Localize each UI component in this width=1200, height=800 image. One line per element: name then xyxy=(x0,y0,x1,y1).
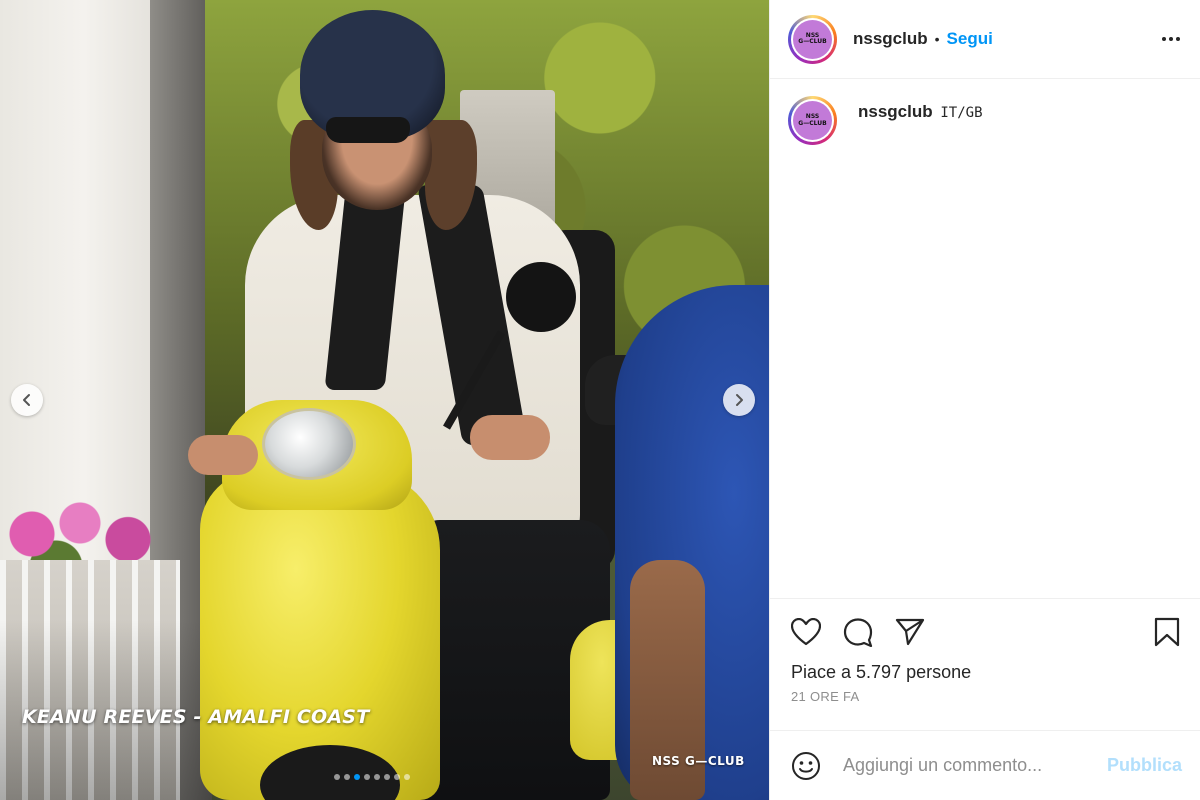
carousel-indicator xyxy=(334,774,410,780)
smiley-icon xyxy=(792,751,820,780)
comments-list: NSS G—CLUB nssgclub IT/GB xyxy=(770,79,1200,598)
comment-input[interactable] xyxy=(843,755,1107,776)
emoji-button[interactable] xyxy=(791,751,821,781)
likes-count[interactable]: Piace a 5.797 persone xyxy=(791,662,1182,683)
chevron-right-icon xyxy=(736,394,743,406)
bookmark-icon xyxy=(1154,617,1180,647)
dot-icon xyxy=(1176,37,1180,41)
media-caption: KEANU REEVES - AMALFI COAST xyxy=(22,706,370,728)
photo-headlight xyxy=(262,408,356,480)
carousel-dot xyxy=(384,774,390,780)
paper-plane-icon xyxy=(895,618,925,646)
comment-item: NSS G—CLUB nssgclub IT/GB xyxy=(788,96,1182,145)
publish-button[interactable]: Pubblica xyxy=(1107,755,1182,776)
username-link[interactable]: nssgclub xyxy=(853,29,928,49)
follow-button[interactable]: Segui xyxy=(947,29,993,49)
carousel-dot xyxy=(354,774,360,780)
like-button[interactable] xyxy=(791,617,821,647)
separator-dot: • xyxy=(934,31,940,47)
comment-avatar[interactable]: NSS G—CLUB xyxy=(788,96,837,145)
post-sidebar: NSS G—CLUB nssgclub • Segui NSS G—CLUB n… xyxy=(769,0,1200,800)
more-options-button[interactable] xyxy=(1158,31,1184,47)
avatar-ring: NSS G—CLUB xyxy=(791,17,834,61)
avatar-logo-bottom: G—CLUB xyxy=(798,119,827,127)
carousel-dot xyxy=(334,774,340,780)
post-timestamp[interactable]: 21 ORE FA xyxy=(791,689,1182,704)
dot-icon xyxy=(1169,37,1173,41)
comment-username[interactable]: nssgclub xyxy=(858,102,933,121)
photo-mirror xyxy=(506,262,576,332)
carousel-dot xyxy=(404,774,410,780)
post-media[interactable]: KEANU REEVES - AMALFI COAST NSS G—CLUB xyxy=(0,0,769,800)
photo xyxy=(0,0,769,800)
photo-hand-right xyxy=(470,415,550,460)
carousel-next-button[interactable] xyxy=(723,384,755,416)
instagram-post: KEANU REEVES - AMALFI COAST NSS G—CLUB N… xyxy=(0,0,1200,800)
carousel-dot xyxy=(344,774,350,780)
chevron-left-icon xyxy=(23,394,30,406)
carousel-dot xyxy=(374,774,380,780)
photo-hand-left xyxy=(188,435,258,475)
photo-sunglasses xyxy=(326,117,410,143)
avatar-logo: NSS G—CLUB xyxy=(793,19,832,59)
comment-text: nssgclub IT/GB xyxy=(858,102,983,122)
avatar-logo-bottom: G—CLUB xyxy=(798,38,827,45)
post-header: NSS G—CLUB nssgclub • Segui xyxy=(770,0,1200,79)
save-button[interactable] xyxy=(1152,617,1182,647)
comment-button[interactable] xyxy=(843,617,873,647)
action-bar xyxy=(791,617,1182,647)
carousel-prev-button[interactable] xyxy=(11,384,43,416)
avatar-logo: NSS G—CLUB xyxy=(793,101,832,140)
avatar-ring: NSS G—CLUB xyxy=(791,99,834,142)
comment-body: IT/GB xyxy=(940,105,983,121)
add-comment-form: Pubblica xyxy=(770,730,1200,800)
media-watermark: NSS G—CLUB xyxy=(652,754,745,768)
carousel-dot xyxy=(394,774,400,780)
heart-icon xyxy=(791,618,821,646)
post-actions: Piace a 5.797 persone 21 ORE FA xyxy=(770,598,1200,730)
dot-icon xyxy=(1162,37,1166,41)
avatar[interactable]: NSS G—CLUB xyxy=(788,14,837,64)
carousel-dot xyxy=(364,774,370,780)
comment-bubble-icon xyxy=(843,618,873,647)
share-button[interactable] xyxy=(895,617,925,647)
